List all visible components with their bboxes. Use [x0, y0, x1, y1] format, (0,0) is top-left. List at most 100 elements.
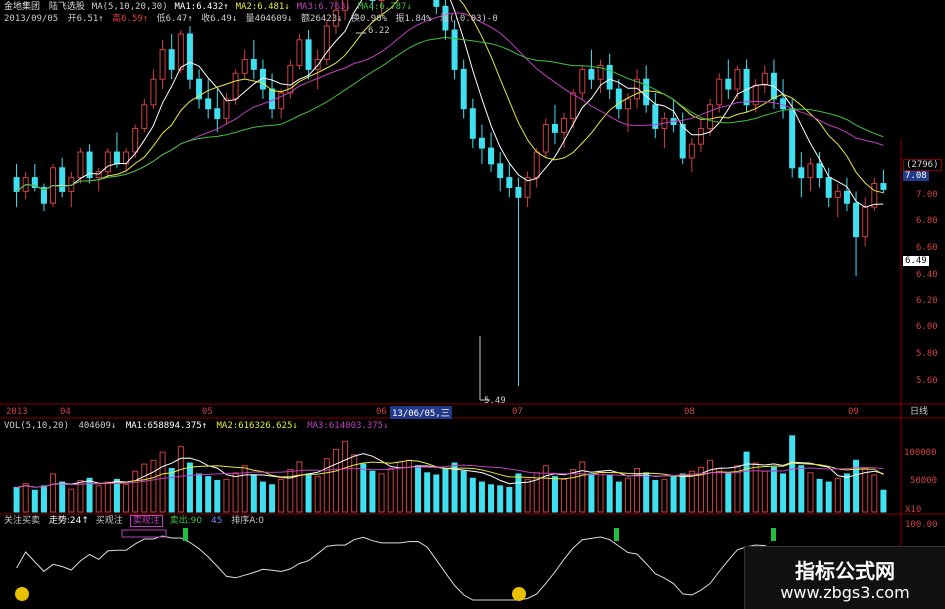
low-value: 低6.47↑	[156, 14, 193, 24]
volume-bar	[597, 470, 604, 513]
volume-bar	[59, 481, 66, 513]
volume-bar	[424, 472, 431, 513]
vol-title: VOL(5,10,20)	[4, 421, 70, 431]
candle-body	[643, 78, 650, 106]
ma1-value: MA1:6.432↑	[174, 2, 229, 12]
volume-bar	[22, 483, 29, 513]
ind-title: 关注买卖	[4, 516, 41, 526]
volume-bar	[332, 448, 339, 513]
volume-bar	[442, 467, 449, 513]
ind-sell-out: 卖出:90	[169, 516, 203, 526]
volume-bar	[816, 478, 823, 513]
volume-bar	[186, 462, 193, 513]
time-label: 08	[684, 407, 695, 417]
stock-chart-window: 金地集团 陆飞选股 MA(5,10,20,30) MA1:6.432↑ MA2:…	[0, 0, 945, 609]
candle-body	[862, 206, 869, 238]
candle-body	[825, 177, 832, 198]
price-tick: 6.60	[916, 243, 938, 253]
volume-bar	[214, 479, 221, 513]
time-label: 09	[848, 407, 859, 417]
volume-bar	[615, 481, 622, 513]
ind-buy: 买观注	[95, 516, 123, 526]
cursor-date-badge: 13/06/05,三	[390, 406, 452, 419]
volume-bar	[360, 463, 367, 513]
header-line-1: 金地集团 陆飞选股 MA(5,10,20,30) MA1:6.432↑ MA2:…	[4, 2, 412, 13]
signal-marker	[614, 528, 619, 541]
volume-bar	[40, 485, 47, 513]
volume-bar	[433, 474, 440, 513]
ind-num: 45	[210, 516, 223, 526]
period-label[interactable]: 日线	[910, 407, 928, 418]
candle-body	[743, 68, 750, 106]
time-label: 04	[60, 407, 71, 417]
vol-ma2: MA2:616326.625↓	[216, 421, 298, 431]
candle-body	[880, 183, 887, 190]
watermark: 指标公式网 www.zbgs3.com	[744, 546, 945, 609]
volume-bar	[606, 474, 613, 513]
price-tick: 5.80	[916, 349, 938, 359]
indicator-header: 关注买卖 走势:24↑ 买观注 卖观注 卖出:90 45 排序A:0	[4, 515, 265, 527]
signal-marker	[183, 528, 188, 541]
volume-bar	[369, 470, 376, 513]
volume-bar	[13, 487, 20, 513]
candle-body	[159, 49, 166, 80]
smiley-icon	[512, 587, 526, 601]
volume-bar	[250, 474, 257, 513]
candle-body	[241, 59, 248, 74]
price-tick: 7.00	[916, 190, 938, 200]
candle-body	[104, 151, 111, 173]
time-label: 05	[202, 407, 213, 417]
volume-bar	[31, 489, 38, 513]
high-mark-label: 6.22	[368, 26, 390, 36]
candle-body	[250, 59, 257, 70]
candle-body	[113, 151, 120, 165]
ma4-value: MA4:6.787↓	[357, 2, 412, 12]
signal-marker	[771, 528, 776, 541]
open-value: 开6.51↑	[67, 14, 104, 24]
volume-bar	[305, 473, 312, 513]
volume-header: VOL(5,10,20) 404609↓ MA1:658894.375↑ MA2…	[4, 421, 389, 432]
candle-body	[725, 78, 732, 90]
candle-body	[205, 98, 212, 110]
candle-body	[542, 123, 549, 153]
volume-bar	[177, 446, 184, 513]
candle-body	[214, 108, 221, 120]
candle-body	[716, 78, 723, 106]
volume-bar	[789, 435, 796, 513]
ind-sort: 排序A:0	[231, 516, 265, 526]
header-line-2: 2013/09/05 开6.51↑ 高6.59↑ 低6.47↑ 收6.49↓ 量…	[4, 14, 498, 25]
volume-bar	[351, 454, 358, 513]
price-tick: 6.20	[916, 296, 938, 306]
candle-body	[707, 104, 714, 129]
vol-ma3: MA3:614003.375↓	[307, 421, 389, 431]
badge-price: 7.08	[903, 171, 929, 181]
candle-body	[141, 104, 148, 129]
change-value: 涨(-0.03)-0	[440, 14, 498, 24]
volume-bar	[314, 476, 321, 513]
volume-bar	[497, 485, 504, 513]
candle-body	[59, 167, 66, 192]
candle-body	[433, 0, 440, 7]
candle-body	[780, 98, 787, 110]
volume-bar	[342, 440, 349, 513]
volume-bar	[807, 472, 814, 513]
candle-body	[615, 88, 622, 110]
candle-body	[551, 123, 558, 133]
volume-bar	[661, 478, 668, 513]
stock-name: 金地集团	[4, 2, 41, 12]
volume-bar	[387, 467, 394, 513]
volume-bar	[506, 487, 513, 513]
volume-bar	[679, 473, 686, 513]
volume-bar	[259, 481, 266, 513]
volume-bar	[68, 488, 75, 513]
price-tick: 5.60	[916, 376, 938, 386]
candle-body	[606, 64, 613, 90]
amount-value: 额26423↓	[301, 14, 343, 24]
signal-marker	[121, 529, 167, 538]
badge-top: (2796)	[903, 159, 942, 171]
vol-tick: 50000	[910, 476, 938, 486]
candle-body	[13, 177, 20, 192]
candle-body	[816, 163, 823, 179]
volume-bar	[716, 467, 723, 513]
close-value: 收6.49↓	[201, 14, 238, 24]
